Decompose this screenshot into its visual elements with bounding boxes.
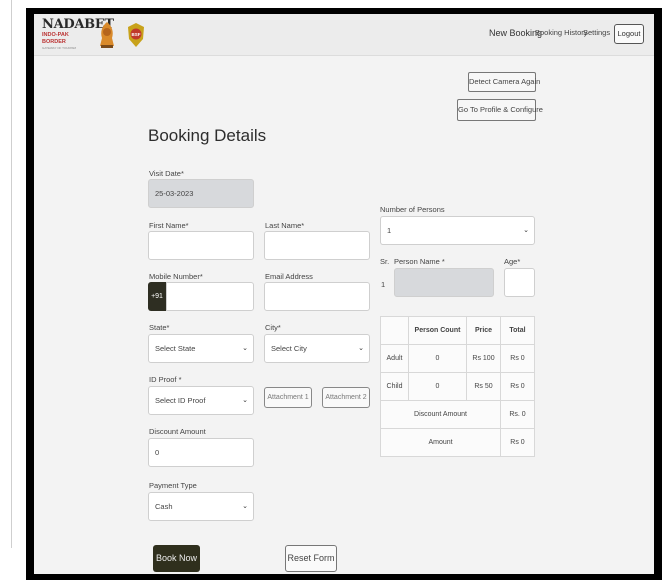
person-name-label: Person Name *	[394, 257, 445, 266]
svg-text:BSF: BSF	[132, 32, 141, 37]
profile-configure-button[interactable]: Go To Profile & Configure	[457, 99, 543, 121]
id-proof-select-value: Select ID Proof	[155, 396, 206, 405]
table-header-cell: Price	[466, 316, 501, 345]
logo-main-text: NADABET	[42, 17, 114, 32]
table-header-cell: Total	[500, 316, 535, 345]
reset-form-button[interactable]: Reset Form	[285, 545, 337, 572]
nav-booking-history[interactable]: Booking History	[535, 28, 588, 37]
row-count-cell: 0	[408, 372, 467, 401]
book-now-button[interactable]: Book Now	[153, 545, 200, 572]
country-code-prefix: +91	[148, 282, 166, 311]
state-label: State*	[149, 323, 170, 332]
price-summary-table: Person Count Price Total Adult 0 Rs 100 …	[380, 316, 535, 457]
number-of-persons-label: Number of Persons	[380, 205, 445, 214]
detect-camera-button[interactable]: Detect Camera Again	[468, 72, 540, 92]
table-row: Discount Amount Rs. 0	[380, 400, 535, 429]
attachment-1-button[interactable]: Attachment 1	[264, 387, 312, 408]
row-price-cell: Rs 100	[466, 344, 501, 373]
first-name-input[interactable]	[148, 231, 254, 260]
table-header-cell	[380, 316, 409, 345]
chevron-down-icon: ⌄	[358, 345, 364, 352]
logo-tagline: GATEWAY OF TOURISM	[42, 46, 76, 50]
bsf-badge-icon: BSF	[128, 23, 144, 47]
payment-type-value: Cash	[155, 502, 173, 511]
table-header-row: Person Count Price Total	[380, 316, 535, 345]
logout-button[interactable]: Logout	[614, 24, 644, 44]
row-type-cell: Adult	[380, 344, 409, 373]
app-window: NADABET INDO-PAK BORDER GATEWAY OF TOURI…	[34, 14, 654, 574]
discount-row-value: Rs. 0	[500, 400, 535, 429]
chevron-down-icon: ⌄	[242, 503, 248, 510]
row-count-cell: 0	[408, 344, 467, 373]
city-select[interactable]: Select City ⌄	[264, 334, 370, 363]
state-select-value: Select State	[155, 344, 196, 353]
mobile-number-label: Mobile Number*	[149, 272, 203, 281]
city-label: City*	[265, 323, 281, 332]
first-name-label: First Name*	[149, 221, 189, 230]
chevron-down-icon: ⌄	[242, 345, 248, 352]
person-age-input[interactable]	[504, 268, 535, 297]
row-type-cell: Child	[380, 372, 409, 401]
id-proof-label: ID Proof *	[149, 375, 182, 384]
visit-date-label: Visit Date*	[149, 169, 184, 178]
nadabet-logo[interactable]: NADABET INDO-PAK BORDER GATEWAY OF TOURI…	[42, 17, 114, 52]
id-proof-select[interactable]: Select ID Proof ⌄	[148, 386, 254, 415]
logo-sub-text: INDO-PAK BORDER	[42, 32, 69, 45]
chevron-down-icon: ⌄	[523, 227, 529, 234]
visit-date-field[interactable]: 25-03-2023	[148, 179, 254, 208]
emblem-icon	[100, 22, 114, 48]
number-of-persons-select[interactable]: 1 ⌄	[380, 216, 535, 245]
payment-type-label: Payment Type	[149, 481, 197, 490]
age-label: Age*	[504, 257, 521, 266]
left-sidebar-strip	[0, 0, 12, 548]
top-navbar: NADABET INDO-PAK BORDER GATEWAY OF TOURI…	[34, 14, 654, 56]
person-name-input[interactable]	[394, 268, 494, 297]
table-row: Amount Rs 0	[380, 428, 535, 457]
state-select[interactable]: Select State ⌄	[148, 334, 254, 363]
table-row: Child 0 Rs 50 Rs 0	[380, 372, 535, 401]
number-of-persons-value: 1	[387, 226, 392, 235]
table-header-cell: Person Count	[408, 316, 467, 345]
last-name-input[interactable]	[264, 231, 370, 260]
mobile-number-input[interactable]	[166, 282, 254, 311]
amount-row-label: Amount	[380, 428, 501, 457]
attachment-2-button[interactable]: Attachment 2	[322, 387, 370, 408]
chevron-down-icon: ⌄	[242, 397, 248, 404]
email-input[interactable]	[264, 282, 370, 311]
sr-label: Sr.	[380, 257, 390, 266]
discount-amount-input[interactable]: 0	[148, 438, 254, 467]
email-label: Email Address	[265, 272, 313, 281]
nav-settings[interactable]: Settings	[583, 28, 610, 37]
amount-row-value: Rs 0	[500, 428, 535, 457]
row-total-cell: Rs 0	[500, 344, 535, 373]
page-title: Booking Details	[148, 126, 267, 145]
row-total-cell: Rs 0	[500, 372, 535, 401]
discount-row-label: Discount Amount	[380, 400, 501, 429]
table-row: Adult 0 Rs 100 Rs 0	[380, 344, 535, 373]
city-select-value: Select City	[271, 344, 307, 353]
discount-amount-label: Discount Amount	[149, 427, 206, 436]
person-sr-number: 1	[381, 280, 386, 289]
row-price-cell: Rs 50	[466, 372, 501, 401]
last-name-label: Last Name*	[265, 221, 305, 230]
payment-type-select[interactable]: Cash ⌄	[148, 492, 254, 521]
